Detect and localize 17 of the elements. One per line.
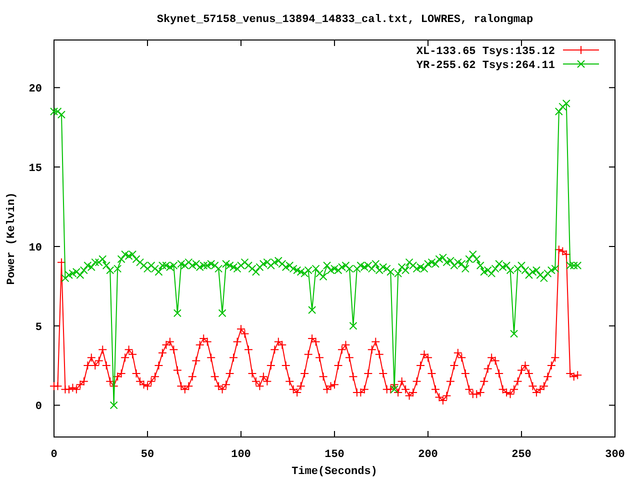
- tick-label: 15: [28, 163, 42, 176]
- chart-title: Skynet_57158_venus_13894_14833_cal.txt, LOWRES, ralongmap: [156, 14, 534, 26]
- axis-label: Time(Seconds): [292, 466, 378, 478]
- tick-label: 20: [28, 84, 42, 96]
- tick-label: 0: [35, 401, 42, 414]
- legend-label: YR-255.62 Tsys:264.11: [416, 60, 555, 72]
- tick-label: 250: [512, 449, 532, 461]
- tick-label: 150: [324, 449, 344, 461]
- legend-label: XL-133.65 Tsys:135.12: [416, 46, 555, 58]
- tick-label: 5: [35, 322, 42, 334]
- tick-label: 100: [231, 449, 251, 461]
- tick-label: 200: [418, 449, 438, 461]
- tick-label: 0: [50, 449, 58, 461]
- tick-label: 300: [605, 449, 625, 461]
- tick-label: 10: [28, 242, 42, 254]
- axis-label: Power (Kelvin): [6, 192, 18, 285]
- tick-label: 50: [140, 449, 154, 461]
